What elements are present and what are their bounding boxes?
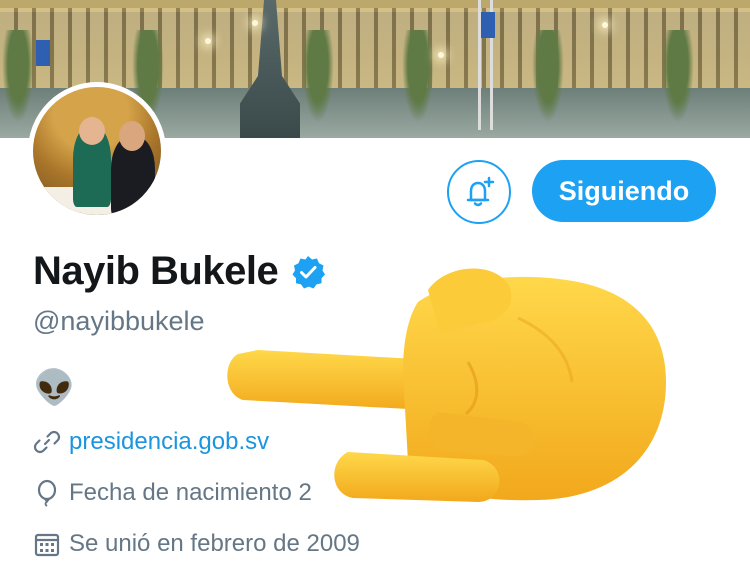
banner-tree	[530, 30, 566, 130]
avatar-person-head	[79, 117, 105, 145]
link-icon	[33, 430, 61, 454]
balloon-icon	[37, 479, 57, 507]
following-button-label: Siguiendo	[558, 175, 690, 206]
banner-palace	[0, 8, 750, 88]
banner-tree	[0, 30, 36, 130]
profile-bio: 👽	[33, 369, 76, 407]
banner-light	[438, 52, 444, 58]
profile-handle: @nayibbukele	[33, 306, 205, 336]
banner-tree	[300, 30, 336, 130]
calendar-icon	[34, 533, 60, 557]
notifications-button[interactable]	[447, 160, 511, 224]
following-button[interactable]: Siguiendo	[532, 160, 716, 222]
banner-light	[602, 22, 608, 28]
bell-plus-icon	[466, 176, 495, 207]
banner-flag	[481, 12, 495, 38]
avatar-person-head	[119, 121, 145, 151]
banner-light	[205, 38, 211, 44]
banner-flag	[36, 40, 50, 66]
pointing-hand-emoji	[227, 268, 666, 502]
banner-tree	[400, 30, 436, 130]
profile-joined-text: Se unió en febrero de 2009	[69, 530, 360, 557]
profile-joined-row: Se unió en febrero de 2009	[33, 530, 360, 558]
banner-tree	[660, 30, 696, 130]
banner-light	[252, 20, 258, 26]
profile-avatar[interactable]	[28, 82, 166, 220]
